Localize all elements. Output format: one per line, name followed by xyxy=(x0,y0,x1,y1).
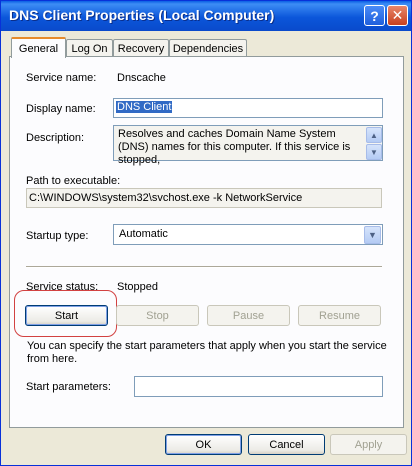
tab-recovery[interactable]: Recovery xyxy=(113,39,169,57)
cancel-button[interactable]: Cancel xyxy=(248,434,325,455)
start-params-info: You can specify the start parameters tha… xyxy=(27,340,387,365)
resume-label: Resume xyxy=(319,309,360,322)
service-name-value: Dnscache xyxy=(117,72,166,84)
ok-button[interactable]: OK xyxy=(165,434,242,455)
service-name-label: Service name: xyxy=(26,72,97,84)
cancel-label: Cancel xyxy=(269,438,304,451)
start-label: Start xyxy=(54,309,79,322)
path-field[interactable]: C:\WINDOWS\system32\svchost.exe -k Netwo… xyxy=(26,188,382,208)
scroll-up-button[interactable]: ▲ xyxy=(366,127,382,143)
properties-dialog: DNS Client Properties (Local Computer) ?… xyxy=(0,0,412,466)
tab-dependencies[interactable]: Dependencies xyxy=(169,39,247,57)
scroll-down-button[interactable]: ▼ xyxy=(366,144,382,160)
startup-type-label: Startup type: xyxy=(26,230,89,242)
help-icon: ? xyxy=(370,7,379,24)
tab-log-on[interactable]: Log On xyxy=(66,39,113,57)
start-params-input[interactable] xyxy=(134,376,383,397)
apply-button[interactable]: Apply xyxy=(330,434,407,455)
description-field[interactable]: Resolves and caches Domain Name System (… xyxy=(113,125,383,166)
tab-label: Dependencies xyxy=(172,42,244,55)
chevron-down-icon: ▼ xyxy=(370,147,378,157)
tab-label: General xyxy=(18,42,59,55)
start-button[interactable]: Start xyxy=(25,305,108,326)
path-value: C:\WINDOWS\system32\svchost.exe -k Netwo… xyxy=(29,192,303,204)
display-name-label: Display name: xyxy=(26,103,96,115)
tab-label: Recovery xyxy=(117,42,165,55)
close-button[interactable]: ✕ xyxy=(387,5,408,26)
stop-button[interactable]: Stop xyxy=(116,305,199,326)
description-scrollbar[interactable]: ▲ ▼ xyxy=(366,126,382,160)
window-title: DNS Client Properties (Local Computer) xyxy=(9,7,275,23)
description-label: Description: xyxy=(26,132,85,144)
pause-button[interactable]: Pause xyxy=(207,305,290,326)
title-bar[interactable]: DNS Client Properties (Local Computer) ?… xyxy=(1,1,411,31)
start-params-label: Start parameters: xyxy=(26,381,111,393)
display-name-field[interactable]: DNS Client xyxy=(113,98,383,118)
resume-button[interactable]: Resume xyxy=(298,305,381,326)
ok-label: OK xyxy=(195,438,212,451)
stop-label: Stop xyxy=(146,309,169,322)
divider xyxy=(26,266,382,268)
startup-type-select[interactable]: Automatic ▼ xyxy=(113,224,383,245)
description-value: Resolves and caches Domain Name System (… xyxy=(118,128,351,166)
startup-type-value: Automatic xyxy=(119,228,168,240)
chevron-up-icon: ▲ xyxy=(370,130,378,140)
path-label: Path to executable: xyxy=(26,175,121,187)
pause-label: Pause xyxy=(232,309,265,322)
close-icon: ✕ xyxy=(391,7,404,23)
startup-type-dropdown-button[interactable]: ▼ xyxy=(364,226,381,244)
help-button[interactable]: ? xyxy=(364,5,385,26)
tab-general[interactable]: General xyxy=(11,37,66,58)
tab-label: Log On xyxy=(71,42,108,55)
apply-label: Apply xyxy=(354,438,383,451)
display-name-value: DNS Client xyxy=(116,101,173,113)
chevron-down-icon: ▼ xyxy=(368,230,377,240)
service-status-value: Stopped xyxy=(117,281,158,293)
